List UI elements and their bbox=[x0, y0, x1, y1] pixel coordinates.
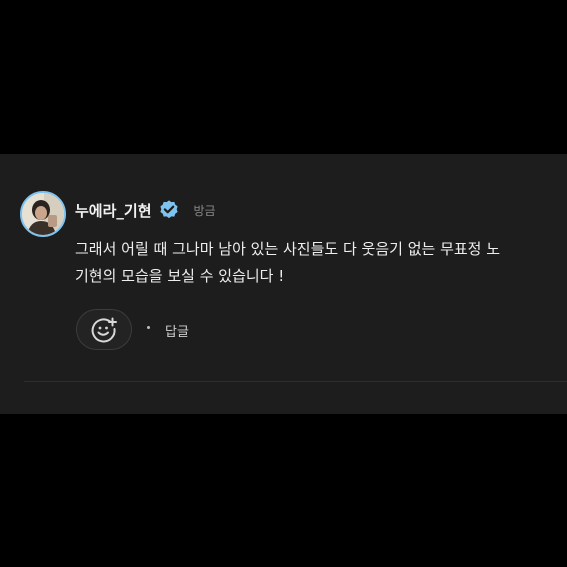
comment-timestamp: 방금 bbox=[193, 203, 216, 218]
comment-header: 누에라_기현 방금 bbox=[75, 198, 216, 222]
avatar[interactable] bbox=[20, 191, 66, 237]
username[interactable]: 누에라_기현 bbox=[75, 200, 152, 221]
verified-check-badge-icon bbox=[159, 200, 178, 219]
add-reaction-smiley-icon bbox=[91, 317, 117, 342]
add-reaction-button[interactable] bbox=[76, 309, 132, 350]
comment-panel: 누에라_기현 방금 그래서 어릴 때 그나마 남아 있는 사진들도 다 웃음기 … bbox=[0, 154, 567, 414]
separator-dot bbox=[147, 326, 150, 329]
comment-text: 그래서 어릴 때 그나마 남아 있는 사진들도 다 웃음기 없는 무표정 노 기… bbox=[75, 240, 501, 285]
reply-button[interactable]: 답글 bbox=[165, 321, 189, 340]
divider bbox=[24, 381, 567, 382]
avatar-image bbox=[22, 193, 64, 235]
